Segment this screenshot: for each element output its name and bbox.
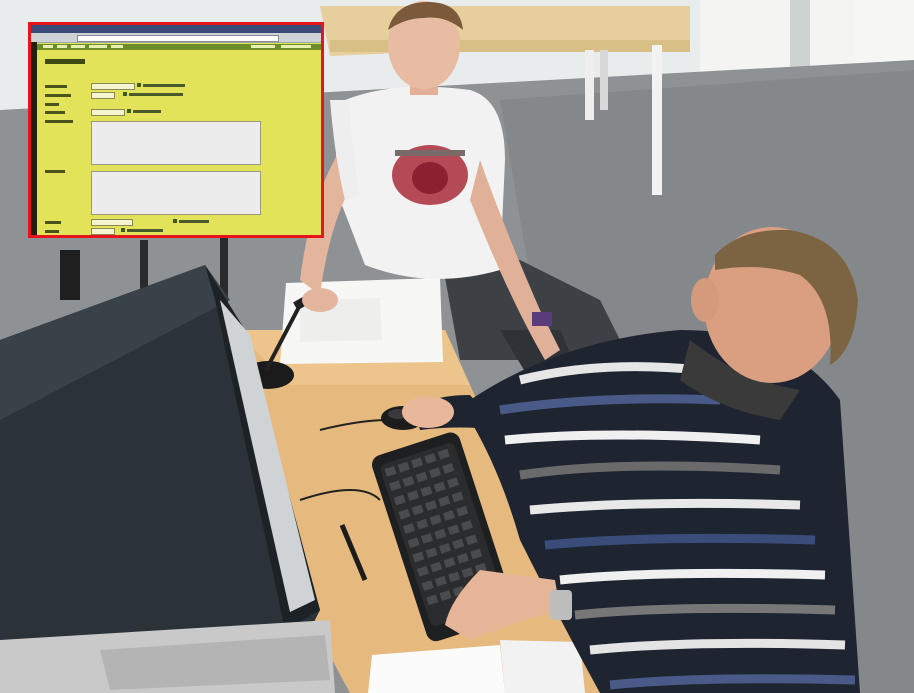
form-label	[45, 111, 65, 114]
search-icon	[127, 109, 131, 113]
form-field	[91, 228, 115, 235]
calendar-icon	[123, 92, 127, 96]
form-label	[45, 230, 59, 233]
form-field	[91, 219, 133, 226]
search-icon	[173, 219, 177, 223]
search-icon	[121, 228, 125, 232]
form-label	[45, 221, 61, 224]
browser-titlebar	[31, 25, 321, 33]
site-menubar	[31, 44, 321, 50]
form-field	[91, 92, 115, 99]
form-link	[129, 93, 183, 96]
address-bar	[77, 35, 279, 42]
form-field	[91, 83, 135, 90]
form-heading	[45, 59, 85, 64]
form-label	[45, 170, 65, 173]
text-area	[91, 171, 261, 215]
calendar-icon	[137, 83, 141, 87]
screen-capture-overlay	[28, 22, 324, 238]
form-label	[45, 85, 67, 88]
window-edge	[31, 42, 37, 235]
text-area	[91, 121, 261, 165]
form-link	[133, 110, 161, 113]
form-link	[179, 220, 209, 223]
form-label	[45, 94, 71, 97]
form-label	[45, 120, 73, 123]
form-field	[91, 109, 125, 116]
usability-test-scene	[0, 0, 914, 693]
form-link	[143, 84, 185, 87]
form-link	[127, 229, 163, 232]
form-label	[45, 103, 59, 106]
